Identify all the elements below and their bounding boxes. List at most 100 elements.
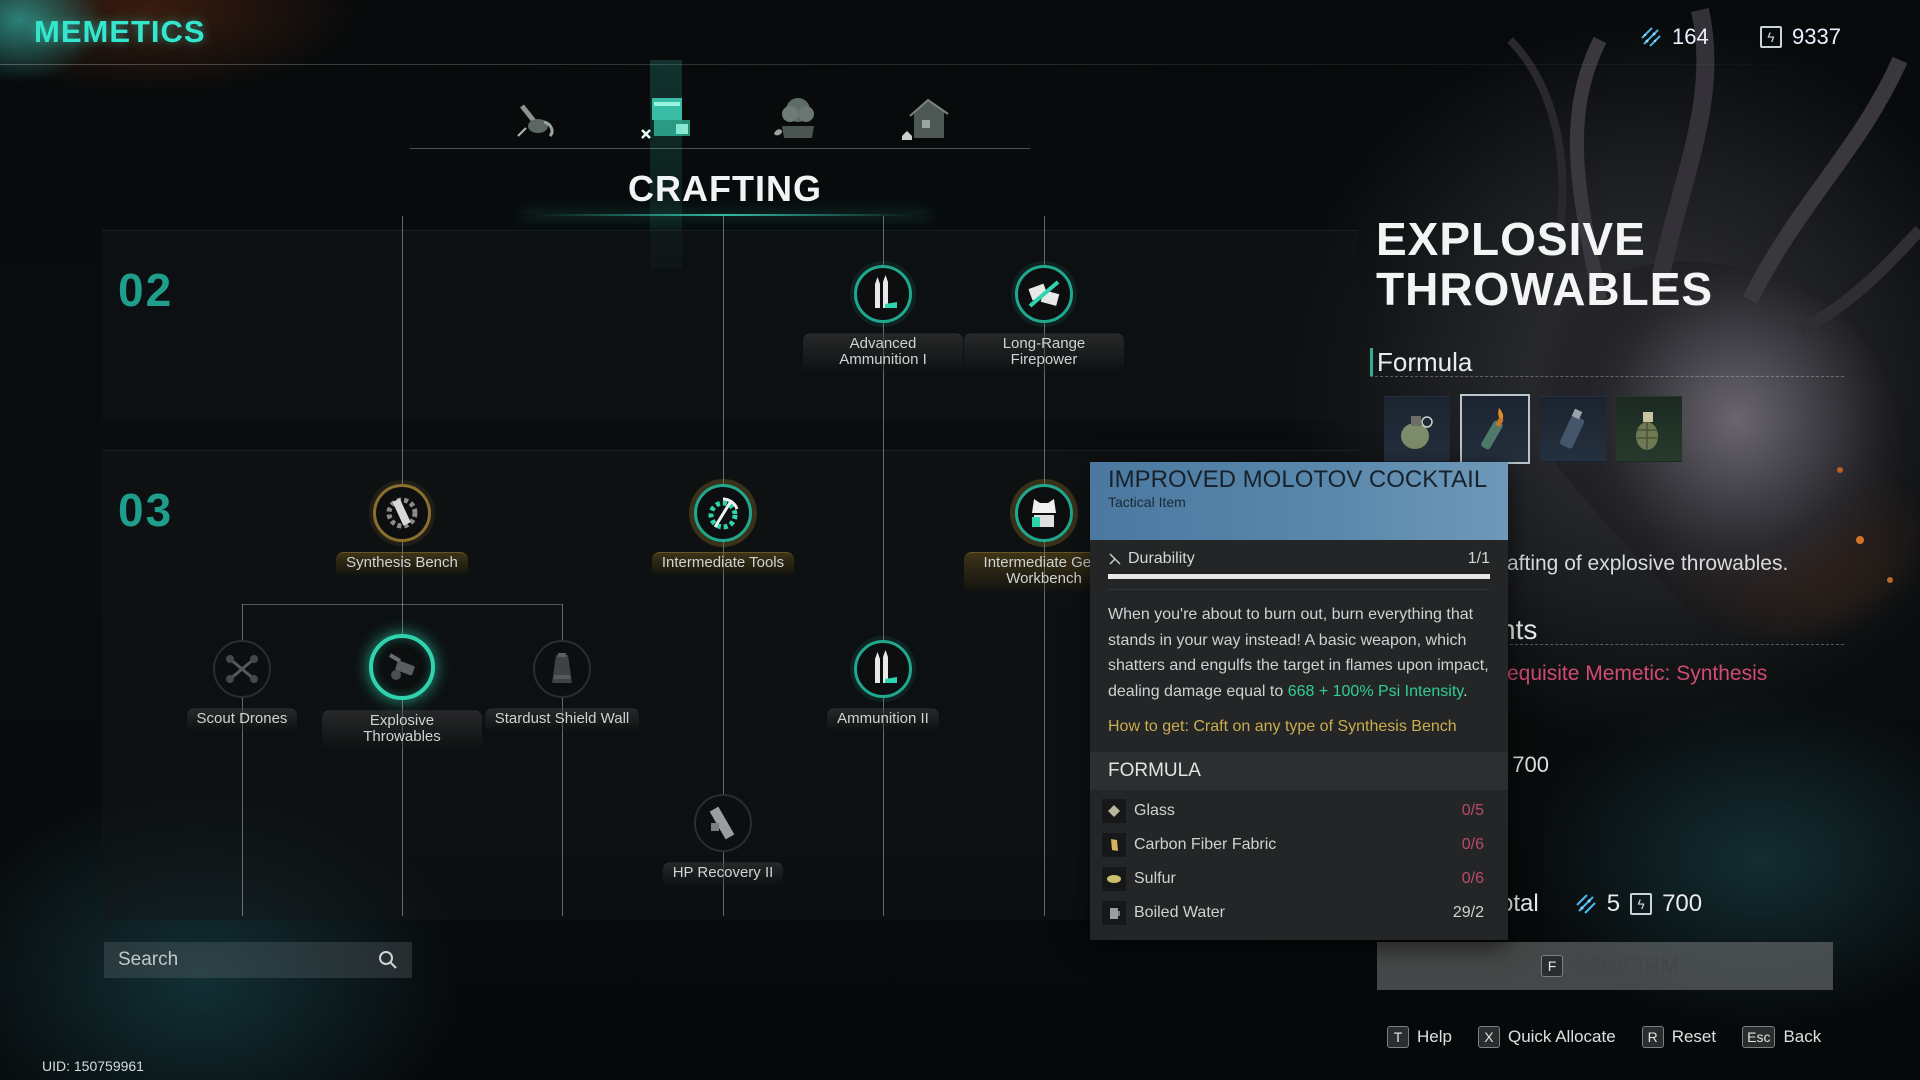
material-list: Glass 0/5 Carbon Fiber Fabric 0/6 Sulfur…: [1090, 790, 1508, 940]
node-label: Long-Range Firepower: [964, 333, 1124, 372]
medkit-icon: [709, 806, 735, 840]
material-name: Carbon Fiber Fabric: [1134, 836, 1277, 853]
how-to-get: How to get: Craft on any type of Synthes…: [1108, 718, 1457, 735]
pickaxe-gear-icon: [708, 497, 739, 530]
material-row: Carbon Fiber Fabric 0/6: [1102, 828, 1496, 862]
node-intermediate-tools[interactable]: Intermediate Tools: [643, 484, 803, 575]
node-explosive-throwables[interactable]: Explosive Throwables: [322, 634, 482, 749]
node-label: HP Recovery II: [662, 862, 784, 885]
house-icon: [902, 98, 949, 140]
node-synthesis-bench[interactable]: Synthesis Bench: [322, 484, 482, 575]
header-divider: [0, 64, 1920, 65]
psi-crystal-icon: [1641, 27, 1661, 47]
tab-crafting[interactable]: [630, 60, 702, 268]
formula-item-list: [1384, 394, 1682, 464]
key-hint: R: [1641, 1026, 1664, 1048]
confirm-label: CONFIRM: [1573, 953, 1680, 978]
node-ammunition-2[interactable]: Ammunition II: [803, 640, 963, 731]
key-hint: F: [1541, 955, 1563, 977]
hotkey-label: Reset: [1671, 1027, 1717, 1046]
hotkey-back[interactable]: Esc Back: [1742, 1026, 1821, 1048]
formula-item-canister-grenade[interactable]: [1540, 396, 1606, 462]
energy-bolt-icon: ϟ: [1630, 893, 1653, 915]
energy-bolt-icon: ϟ: [1760, 26, 1782, 48]
formula-item-improved-molotov-cocktail[interactable]: [1460, 394, 1530, 464]
tooltip-description: When you're about to burn out, burn ever…: [1108, 602, 1490, 704]
planter-icon: [774, 98, 814, 138]
search-icon[interactable]: [378, 950, 398, 970]
detail-title: EXPLOSIVE THROWABLES: [1376, 214, 1796, 314]
durability-label: Durability: [1128, 550, 1195, 567]
tier-number: 02: [118, 264, 174, 316]
node-advanced-ammunition-1[interactable]: Advanced Ammunition I: [803, 265, 963, 372]
tab-combat[interactable]: [500, 88, 572, 148]
node-icon-circle: [1015, 484, 1073, 542]
throwable-icon: [388, 653, 415, 680]
hotkey-reset[interactable]: R Reset: [1641, 1026, 1717, 1048]
tooltip-body: Durability 1/1 When you're about to burn…: [1090, 540, 1508, 752]
sulfur-icon: [1102, 867, 1126, 891]
tier-number: 03: [118, 484, 174, 536]
tooltip-divider: [1108, 589, 1490, 590]
shield-wall-icon: [552, 653, 572, 683]
frag-grenade-icon: [1636, 412, 1658, 450]
key-hint: X: [1477, 1026, 1500, 1048]
key-hint: T: [1387, 1026, 1409, 1048]
syringe-gear-icon: [386, 497, 418, 529]
energy-count: 9337: [1792, 24, 1841, 49]
combat-icon: [517, 104, 554, 138]
hotkey-help[interactable]: T Help: [1387, 1026, 1452, 1048]
hotkey-label: Back: [1783, 1027, 1822, 1046]
detail-title-line2: THROWABLES: [1376, 263, 1714, 315]
material-qty: 0/6: [1461, 870, 1484, 887]
durability-value: 1/1: [1467, 550, 1490, 567]
total-energy: 700: [1662, 890, 1703, 917]
fabric-icon: [1102, 833, 1126, 857]
water-icon: [1102, 901, 1126, 925]
section-glow: [520, 214, 930, 216]
durability-bar: [1108, 574, 1490, 579]
category-divider: [410, 148, 1030, 149]
canister-grenade-icon: [1559, 408, 1585, 449]
hotkey-quick-allocate[interactable]: X Quick Allocate: [1477, 1026, 1616, 1048]
material-name: Sulfur: [1134, 870, 1176, 887]
search-input[interactable]: [118, 949, 378, 971]
total-psi: 5: [1606, 890, 1621, 917]
node-long-range-firepower[interactable]: Long-Range Firepower: [964, 265, 1124, 372]
node-scout-drones[interactable]: Scout Drones: [162, 640, 322, 731]
requirements-divider: [1500, 644, 1844, 645]
currency-energy: ϟ 9337: [1760, 24, 1841, 50]
ammunition-icon: [875, 650, 897, 683]
drone-icon: [226, 655, 258, 683]
search-bar: [104, 942, 412, 978]
node-icon-circle: [854, 640, 912, 698]
glass-icon: [1102, 799, 1126, 823]
tooltip-subtitle: Tactical Item: [1108, 494, 1186, 510]
material-qty: 0/6: [1461, 836, 1484, 853]
material-row: Glass 0/5: [1102, 794, 1496, 828]
node-hp-recovery-2[interactable]: HP Recovery II: [643, 794, 803, 885]
confirm-button[interactable]: F CONFIRM: [1377, 942, 1833, 990]
tab-farming[interactable]: [760, 88, 832, 148]
node-label: Scout Drones: [186, 708, 298, 731]
node-stardust-shield-wall[interactable]: Stardust Shield Wall: [482, 640, 642, 731]
item-tooltip: IMPROVED MOLOTOV COCKTAIL Tactical Item …: [1090, 462, 1508, 940]
material-qty: 0/5: [1461, 802, 1484, 819]
formula-divider: [1370, 376, 1844, 377]
section-title: CRAFTING: [628, 168, 822, 209]
psi-crystal-icon: [1575, 894, 1596, 914]
node-label: Advanced Ammunition I: [803, 333, 963, 372]
node-icon-circle: [533, 640, 591, 698]
tier-02-panel: 02: [102, 230, 1358, 420]
node-label: Explosive Throwables: [322, 710, 482, 749]
requirement-text: requisite Memetic: Synthesis: [1500, 662, 1768, 685]
node-icon-circle: [373, 484, 431, 542]
durability-row: Durability 1/1: [1108, 550, 1490, 568]
node-label: Intermediate Tools: [651, 552, 795, 575]
tab-building[interactable]: [890, 88, 962, 148]
grenade-icon: [1401, 416, 1433, 449]
formula-item-grenade[interactable]: [1384, 396, 1450, 462]
node-icon-circle: [694, 794, 752, 852]
workbench-icon: [641, 98, 690, 139]
formula-item-frag-grenade[interactable]: [1616, 396, 1682, 462]
